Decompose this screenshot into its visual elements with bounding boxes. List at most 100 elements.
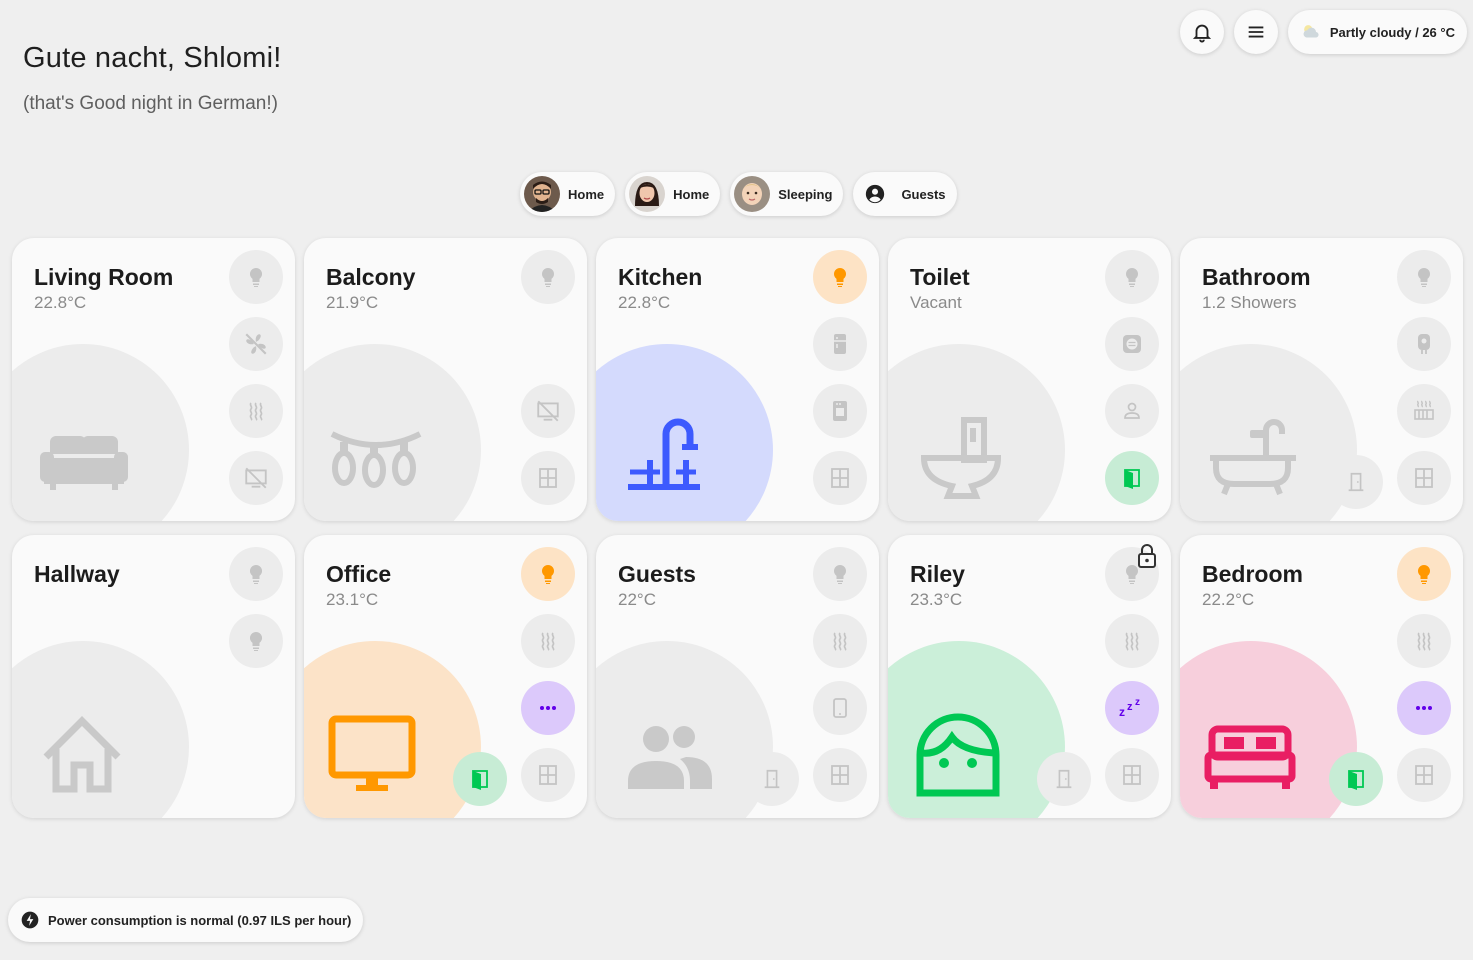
person-chip-shlomi[interactable]: Home <box>520 172 616 216</box>
room-card-living-room[interactable]: Living Room 22.8°C <box>12 238 295 521</box>
door-open-icon <box>472 770 488 790</box>
sleep-mode-button[interactable]: zzz <box>1105 681 1159 735</box>
tablet-toggle[interactable] <box>813 681 867 735</box>
light-toggle[interactable] <box>1397 547 1451 601</box>
string-lights-icon <box>330 431 422 488</box>
window-sensor[interactable] <box>521 748 575 802</box>
light-toggle[interactable] <box>1105 250 1159 304</box>
power-status-text: Power consumption is normal (0.97 ILS pe… <box>48 912 352 928</box>
room-card-balcony[interactable]: Balcony 21.9°C <box>304 238 587 521</box>
weather-chip[interactable]: Partly cloudy / 26 °C <box>1287 10 1467 54</box>
door-sensor[interactable] <box>453 752 507 806</box>
window-sensor[interactable] <box>1397 451 1451 505</box>
room-occupancy: Vacant <box>910 293 962 312</box>
room-title: Riley <box>910 561 965 587</box>
door-closed-icon <box>764 769 780 789</box>
window-closed-icon <box>831 468 849 488</box>
person-status: Home <box>673 186 710 202</box>
lightbulb-icon <box>541 267 555 287</box>
light-toggle[interactable] <box>521 547 575 601</box>
greeting-subtitle: (that's Good night in German!) <box>23 93 278 114</box>
presence-sensor[interactable] <box>1105 384 1159 438</box>
light-toggle[interactable] <box>813 547 867 601</box>
bathtub-icon <box>1210 419 1296 496</box>
light-toggle[interactable] <box>229 547 283 601</box>
room-card-guests[interactable]: Guests 22°C <box>596 535 879 818</box>
light-toggle[interactable] <box>813 250 867 304</box>
heater-toggle[interactable] <box>1397 614 1451 668</box>
person-icon <box>1124 402 1140 419</box>
door-closed-icon <box>1348 472 1364 492</box>
room-controls <box>813 547 867 802</box>
room-controls: zzz <box>1105 547 1159 802</box>
lightbulb-icon <box>833 564 847 584</box>
door-closed-icon <box>1056 769 1072 789</box>
person-chip-child[interactable]: Sleeping <box>730 172 844 216</box>
boiler-toggle[interactable] <box>1397 317 1451 371</box>
room-temperature: 22°C <box>618 590 656 609</box>
window-sensor[interactable] <box>1397 748 1451 802</box>
light-toggle[interactable] <box>1397 250 1451 304</box>
room-card-kitchen[interactable]: Kitchen 22.8°C <box>596 238 879 521</box>
toilet-icon <box>920 417 1002 499</box>
room-title: Toilet <box>910 264 970 290</box>
person-chip-guests[interactable]: Guests <box>853 172 957 216</box>
room-card-bedroom[interactable]: Bedroom 22.2°C <box>1180 535 1463 818</box>
room-card-riley[interactable]: Riley 23.3°C zzz <box>888 535 1171 818</box>
people-chips: Home Home Sleeping Guests <box>520 172 957 216</box>
window-sensor[interactable] <box>813 748 867 802</box>
window-closed-icon <box>1415 468 1433 488</box>
fan-toggle[interactable] <box>229 317 283 371</box>
exhaust-fan-toggle[interactable] <box>1105 317 1159 371</box>
power-status-chip[interactable]: Power consumption is normal (0.97 ILS pe… <box>8 898 364 942</box>
fridge-status[interactable] <box>813 317 867 371</box>
dishwasher-status[interactable] <box>813 384 867 438</box>
window-closed-icon <box>539 468 557 488</box>
room-showers: 1.2 Showers <box>1202 293 1297 312</box>
tv-toggle[interactable] <box>521 384 575 438</box>
window-sensor[interactable] <box>521 451 575 505</box>
more-button[interactable] <box>521 681 575 735</box>
light-toggle-2[interactable] <box>229 614 283 668</box>
avatar <box>629 176 666 212</box>
room-controls <box>1397 547 1451 802</box>
door-sensor[interactable] <box>1037 752 1091 806</box>
room-card-toilet[interactable]: Toilet Vacant <box>888 238 1171 521</box>
window-sensor[interactable] <box>1105 748 1159 802</box>
door-sensor[interactable] <box>745 752 799 806</box>
heater-toggle[interactable] <box>229 384 283 438</box>
room-card-office[interactable]: Office 23.1°C <box>304 535 587 818</box>
heater-toggle[interactable] <box>1105 614 1159 668</box>
room-title: Kitchen <box>618 264 703 290</box>
lightbulb-icon <box>1417 267 1431 287</box>
door-sensor[interactable] <box>1329 752 1383 806</box>
room-card-hallway[interactable]: Hallway <box>12 535 295 818</box>
heat-wave-icon <box>249 402 263 421</box>
window-closed-icon <box>1415 765 1433 785</box>
bell-icon <box>1192 24 1211 43</box>
notifications-button[interactable] <box>1179 10 1224 54</box>
heater-toggle[interactable] <box>521 614 575 668</box>
svg-text:z: z <box>1119 705 1125 719</box>
room-temperature: 21.9°C <box>326 293 379 312</box>
towel-heater-toggle[interactable] <box>1397 384 1451 438</box>
svg-text:z: z <box>1135 697 1140 708</box>
menu-button[interactable] <box>1233 10 1278 54</box>
door-sensor[interactable] <box>1105 451 1159 505</box>
svg-text:z: z <box>1127 701 1133 713</box>
room-controls <box>1397 250 1451 505</box>
tv-toggle[interactable] <box>229 451 283 505</box>
light-toggle[interactable] <box>521 250 575 304</box>
face-icon <box>916 713 1000 797</box>
more-button[interactable] <box>1397 681 1451 735</box>
lightbulb-icon <box>249 267 263 287</box>
door-sensor[interactable] <box>1329 455 1383 509</box>
exhaust-fan-icon <box>1123 335 1141 353</box>
person-chip-partner[interactable]: Home <box>625 172 721 216</box>
light-toggle[interactable] <box>229 250 283 304</box>
heater-toggle[interactable] <box>813 614 867 668</box>
window-sensor[interactable] <box>813 451 867 505</box>
room-card-bathroom[interactable]: Bathroom 1.2 Showers <box>1180 238 1463 521</box>
room-controls <box>1105 250 1159 505</box>
dots-horizontal-icon <box>1416 706 1432 710</box>
